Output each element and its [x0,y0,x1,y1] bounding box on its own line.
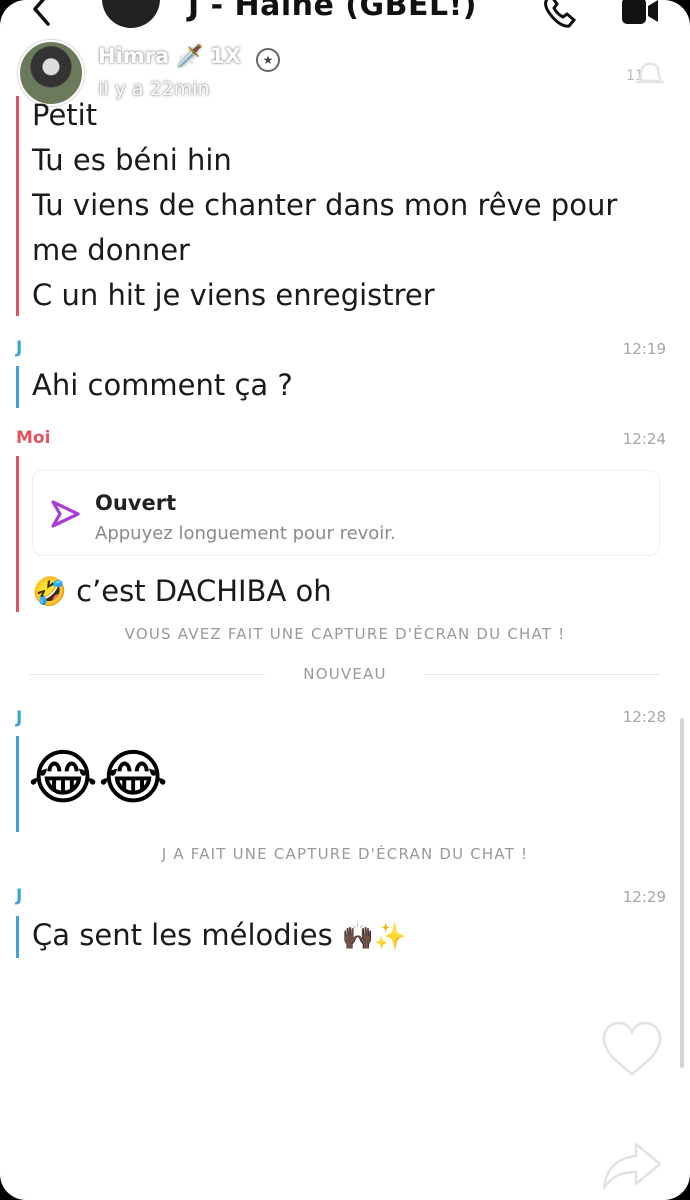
message-time: 12:28 [622,708,666,726]
message-bar [16,736,19,832]
message-bar [16,916,19,958]
message-time: 12:29 [622,888,666,906]
message-line: C un hit je viens enregistrer [32,278,435,312]
snap-card[interactable]: Ouvert Appuyez longuement pour revoir. [32,470,660,556]
divider-right [425,674,660,675]
sender-name: J [16,338,23,358]
message-bar [16,96,19,316]
bell-icon[interactable] [630,55,670,91]
story-badge-text: 1X [209,44,241,68]
emoji-message: 😂😂 [28,743,169,813]
screenshot-notice: J A FAIT UNE CAPTURE D'ÉCRAN DU CHAT ! [161,845,529,863]
rofl-emoji: 🤣 [32,575,67,608]
chat-screen: J - Haine (GBEL!) Himra 🗡️ 1X ★ il y a 2… [0,0,690,1200]
conversation-title[interactable]: J - Haine (GBEL!) [188,0,477,23]
screenshot-notice: VOUS AVEZ FAIT UNE CAPTURE D'ÉCRAN DU CH… [124,625,566,643]
story-username: Himra 🗡️ 1X [98,44,241,68]
heart-icon[interactable] [600,1020,664,1078]
share-arrow-icon[interactable] [600,1140,664,1192]
conversation-avatar[interactable] [102,0,160,28]
message-text: 🤣 c’est DACHIBA oh [32,574,332,608]
star-badge-icon: ★ [256,48,280,72]
message-line: Petit [32,98,98,132]
message-first[interactable]: Petit Tu es béni hin Tu viens de chanter… [16,96,690,318]
snap-arrow-icon [51,500,80,528]
sender-name: J [16,708,23,728]
message-line: Tu viens de chanter dans mon rêve pour [32,188,618,222]
message-bar [16,366,19,408]
message-text: Ça sent les mélodies 🙌🏿✨ [32,918,407,952]
snap-hint: Appuyez longuement pour revoir. [95,523,396,544]
sender-name: Moi [16,428,51,448]
phone-icon[interactable] [542,0,578,30]
message-line: me donner [32,233,190,267]
message-text: Ahi comment ça ? [32,368,293,402]
chevron-left-icon[interactable] [30,0,52,28]
message-2[interactable]: Ahi comment ça ? [16,366,690,410]
scrollbar[interactable] [680,718,684,1068]
chat-header: J - Haine (GBEL!) [0,0,690,36]
video-icon[interactable] [620,0,660,28]
message-line: Tu es béni hin [32,143,232,177]
message-time: 12:19 [622,340,666,358]
sword-emoji: 🗡️ [176,44,203,68]
message-time: 12:24 [622,430,666,448]
sender-name: J [16,886,23,906]
hands-sparkles-emoji: 🙌🏿✨ [341,922,407,952]
snap-status: Ouvert [95,491,177,515]
message-bar [16,456,19,612]
